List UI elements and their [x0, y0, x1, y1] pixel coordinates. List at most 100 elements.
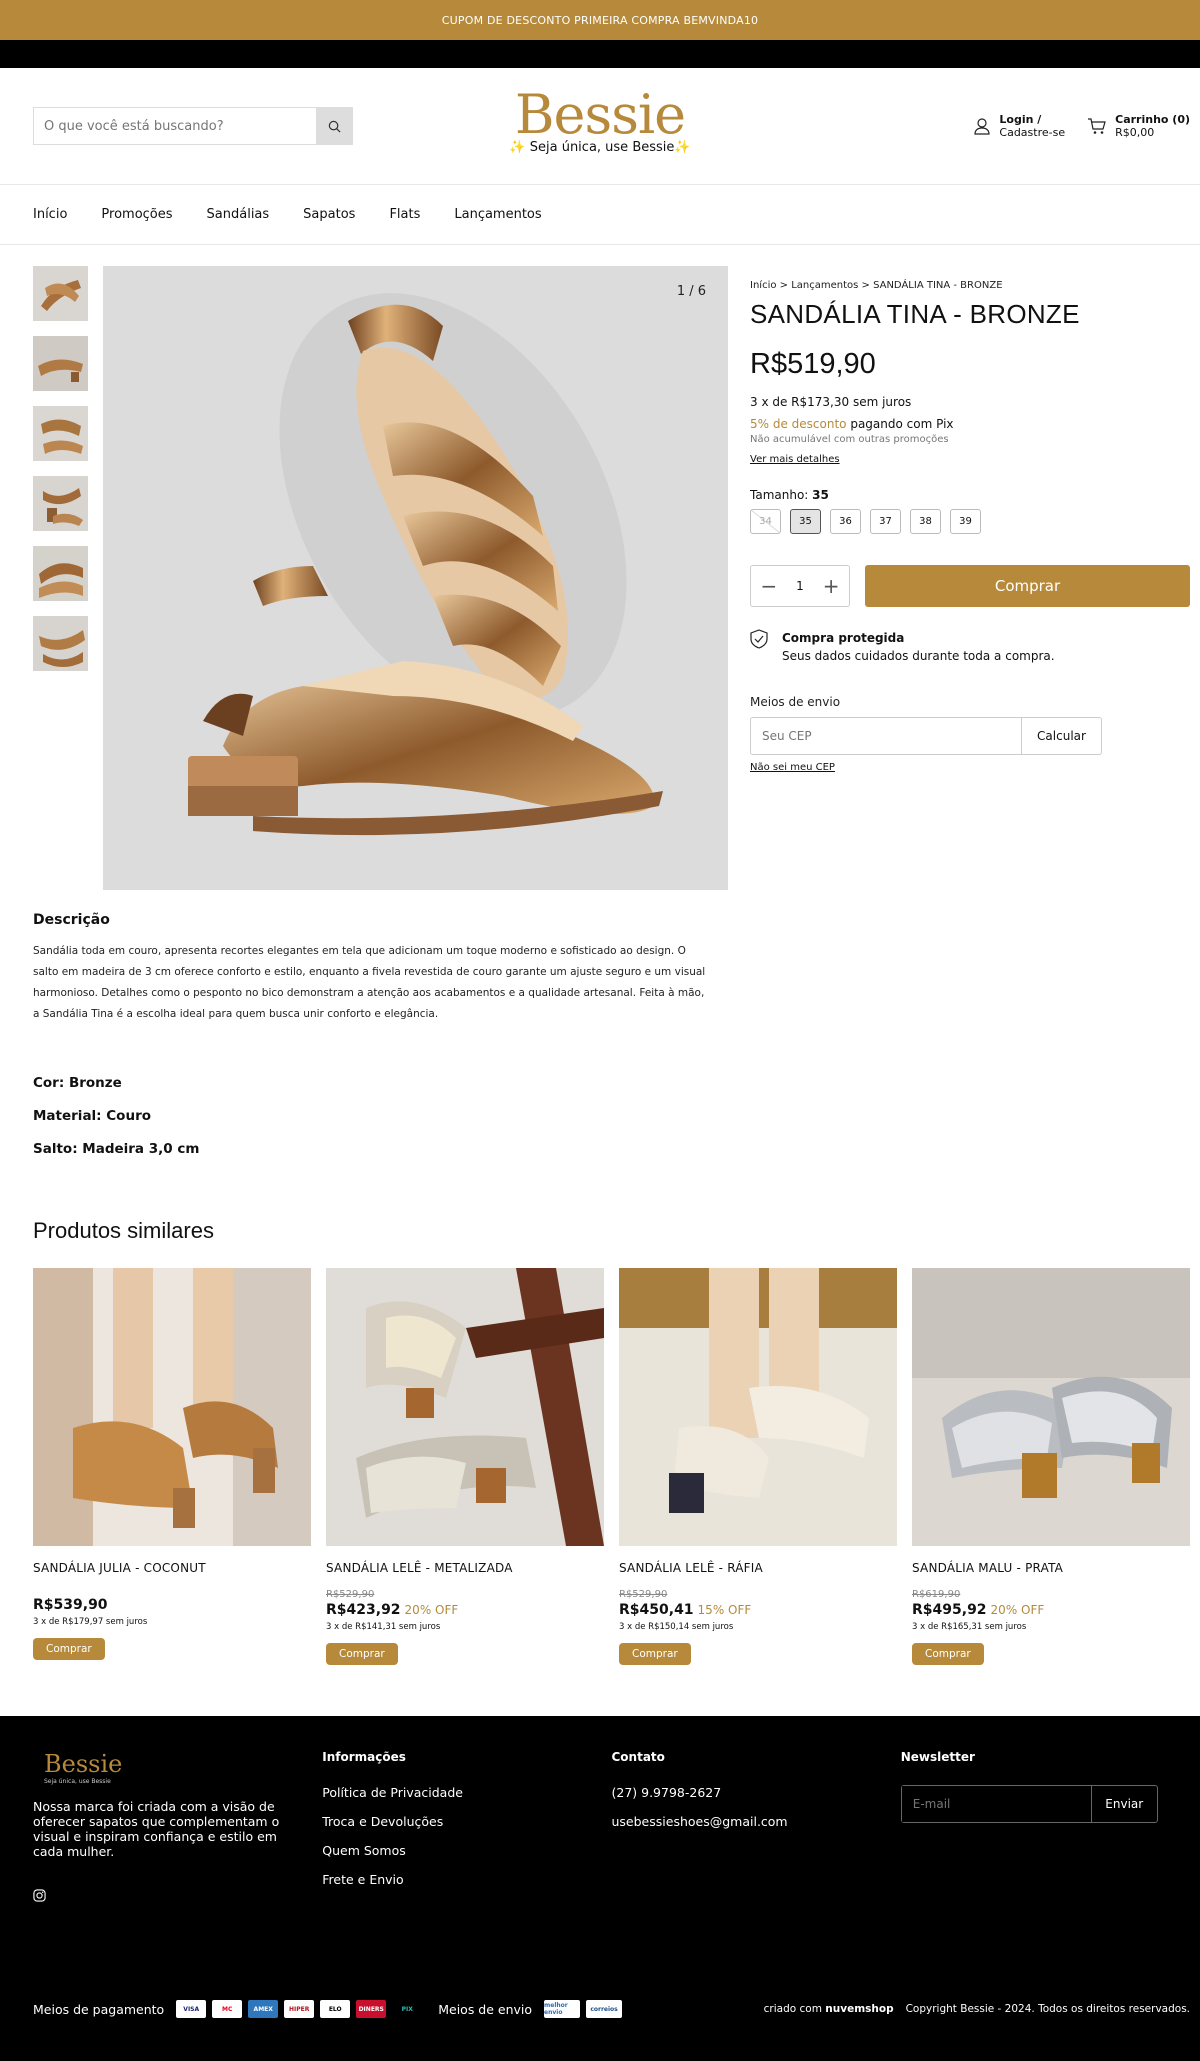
- size-option[interactable]: 38: [910, 509, 941, 534]
- footer-info: Informações Política de Privacidade Troc…: [322, 1750, 611, 1906]
- footer-link-about[interactable]: Quem Somos: [322, 1843, 611, 1858]
- thumbnail-list: [33, 266, 89, 890]
- nav-item-lancamentos[interactable]: Lançamentos: [454, 207, 541, 222]
- product-card-buy-button[interactable]: Comprar: [912, 1643, 984, 1665]
- attr-heel: Salto: Madeira 3,0 cm: [33, 1141, 200, 1157]
- cep-input[interactable]: [750, 717, 1022, 755]
- nav-item-flats[interactable]: Flats: [389, 207, 420, 222]
- footer-newsletter: Newsletter Enviar: [900, 1750, 1190, 1906]
- product-card[interactable]: SANDÁLIA JULIA - COCONUT R$539,90 3 x de…: [33, 1268, 311, 1665]
- footer-link-returns[interactable]: Troca e Devoluções: [322, 1814, 611, 1829]
- product-card[interactable]: SANDÁLIA LELÊ - METALIZADA R$529,90 R$42…: [326, 1268, 604, 1665]
- product-thumbnail[interactable]: [33, 546, 88, 601]
- size-option[interactable]: 34: [750, 509, 781, 534]
- product-main-image[interactable]: 1 / 6: [103, 266, 728, 890]
- site-header: Bessie ✨ Seja única, use Bessie✨ Login /…: [0, 68, 1200, 185]
- installments-text: 3 x de R$173,30 sem juros: [750, 395, 912, 409]
- product-card-image[interactable]: [619, 1268, 897, 1546]
- cart-link[interactable]: Carrinho (0) R$0,00: [1087, 113, 1190, 139]
- main-nav: Início Promoções Sandálias Sapatos Flats…: [0, 185, 1200, 245]
- no-cep-link[interactable]: Não sei meu CEP: [750, 762, 1190, 773]
- newsletter-heading: Newsletter: [900, 1750, 975, 1764]
- product-price: R$519,90: [750, 348, 876, 380]
- quantity-stepper: − 1 +: [750, 565, 850, 607]
- product-card-price: R$423,92 20% OFF: [326, 1602, 459, 1618]
- product-grid: SANDÁLIA JULIA - COCONUT R$539,90 3 x de…: [33, 1268, 1190, 1665]
- size-option[interactable]: 35: [790, 509, 821, 534]
- cart-total: R$0,00: [1115, 126, 1155, 139]
- description-heading: Descrição: [33, 912, 110, 928]
- similar-products: Produtos similares SANDÁLIA JULIA - COCO…: [0, 1174, 1200, 1665]
- breadcrumb[interactable]: Início > Lançamentos > SANDÁLIA TINA - B…: [750, 280, 1190, 291]
- logo-tagline: ✨ Seja única, use Bessie✨: [509, 140, 691, 155]
- size-selected: 35: [812, 488, 829, 502]
- footer-link-shipping[interactable]: Frete e Envio: [322, 1872, 611, 1887]
- site-logo[interactable]: Bessie ✨ Seja única, use Bessie✨: [509, 83, 691, 156]
- product-thumbnail[interactable]: [33, 476, 88, 531]
- attr-color: Cor: Bronze: [33, 1075, 122, 1091]
- product-card-image[interactable]: [33, 1268, 311, 1546]
- nav-item-sandalias[interactable]: Sandálias: [207, 207, 270, 222]
- nav-item-promocoes[interactable]: Promoções: [101, 207, 172, 222]
- product-card-buy-button[interactable]: Comprar: [33, 1638, 105, 1660]
- product-card-old-price: R$619,90: [912, 1589, 961, 1600]
- product-thumbnail[interactable]: [33, 616, 88, 671]
- hipercard-icon: HIPER: [284, 2000, 315, 2018]
- product-card-name[interactable]: SANDÁLIA LELÊ - RÁFIA: [619, 1561, 897, 1575]
- protected-title: Compra protegida: [782, 631, 905, 645]
- product-card-name[interactable]: SANDÁLIA JULIA - COCONUT: [33, 1561, 311, 1575]
- plus-icon[interactable]: +: [823, 574, 840, 598]
- product-card[interactable]: SANDÁLIA MALU - PRATA R$619,90 R$495,92 2…: [912, 1268, 1190, 1665]
- protected-text: Seus dados cuidados durante toda a compr…: [782, 649, 1055, 663]
- quantity-value[interactable]: 1: [796, 579, 804, 593]
- product-thumbnail[interactable]: [33, 336, 88, 391]
- instagram-icon[interactable]: [33, 1889, 46, 1902]
- footer-bottom: Meios de pagamento VISA MC AMEX HIPER EL…: [33, 2000, 1190, 2018]
- product-thumbnail[interactable]: [33, 406, 88, 461]
- payment-methods: VISA MC AMEX HIPER ELO DINERS PIX: [176, 2000, 423, 2018]
- product-card-buy-button[interactable]: Comprar: [326, 1643, 398, 1665]
- newsletter-form: Enviar: [900, 1785, 1158, 1823]
- description-text: Sandália toda em couro, apresenta recort…: [33, 945, 706, 1020]
- more-details-link[interactable]: Ver mais detalhes: [750, 454, 840, 465]
- register-label: Cadastre-se: [999, 126, 1066, 139]
- footer-logo[interactable]: Bessie Seja única, use Bessie: [33, 1750, 322, 1785]
- search-button[interactable]: [316, 108, 352, 144]
- footer-phone[interactable]: (27) 9.9798-2627: [612, 1785, 901, 1800]
- platform-credit[interactable]: criado com nuvemshop: [764, 2003, 894, 2015]
- copyright-area: criado com nuvemshop Copyright Bessie - …: [764, 2003, 1190, 2015]
- product-card-buy-button[interactable]: Comprar: [619, 1643, 691, 1665]
- calculate-button[interactable]: Calcular: [1022, 717, 1102, 755]
- payment-label: Meios de pagamento: [33, 2001, 165, 2017]
- product-thumbnail[interactable]: [33, 266, 88, 321]
- user-icon: [974, 118, 991, 135]
- size-option[interactable]: 37: [870, 509, 901, 534]
- login-link[interactable]: Login / Cadastre-se: [973, 113, 1065, 139]
- newsletter-submit-button[interactable]: Enviar: [1090, 1786, 1157, 1822]
- footer-email[interactable]: usebessieshoes@gmail.com: [612, 1814, 901, 1829]
- shield-icon: [750, 629, 768, 649]
- shipping-label: Meios de envio: [750, 695, 841, 709]
- elo-icon: ELO: [320, 2000, 351, 2018]
- announcement-bar: CUPOM DE DESCONTO PRIMEIRA COMPRA BEMVIN…: [0, 0, 1200, 40]
- nav-item-inicio[interactable]: Início: [33, 207, 67, 222]
- product-card-name[interactable]: SANDÁLIA MALU - PRATA: [912, 1561, 1190, 1575]
- size-option[interactable]: 36: [830, 509, 861, 534]
- logo-text: Bessie: [514, 83, 686, 146]
- buy-row: − 1 + Comprar: [750, 565, 1190, 607]
- nav-item-sapatos[interactable]: Sapatos: [303, 207, 355, 222]
- announcement-text: CUPOM DE DESCONTO PRIMEIRA COMPRA BEMVIN…: [441, 13, 759, 27]
- footer-contact-heading: Contato: [611, 1750, 665, 1764]
- product-card[interactable]: SANDÁLIA LELÊ - RÁFIA R$529,90 R$450,41 1…: [619, 1268, 897, 1665]
- minus-icon[interactable]: −: [760, 574, 777, 598]
- product-card-image[interactable]: [912, 1268, 1190, 1546]
- similar-heading: Produtos similares: [33, 1218, 214, 1243]
- size-option[interactable]: 39: [950, 509, 981, 534]
- product-card-name[interactable]: SANDÁLIA LELÊ - METALIZADA: [326, 1561, 604, 1575]
- newsletter-email-input[interactable]: [901, 1786, 1091, 1822]
- product-card-installments: 3 x de R$150,14 sem juros: [619, 1622, 734, 1632]
- footer-link-privacy[interactable]: Política de Privacidade: [322, 1785, 611, 1800]
- product-card-image[interactable]: [326, 1268, 604, 1546]
- buy-button[interactable]: Comprar: [865, 565, 1190, 607]
- search-input[interactable]: [34, 108, 316, 144]
